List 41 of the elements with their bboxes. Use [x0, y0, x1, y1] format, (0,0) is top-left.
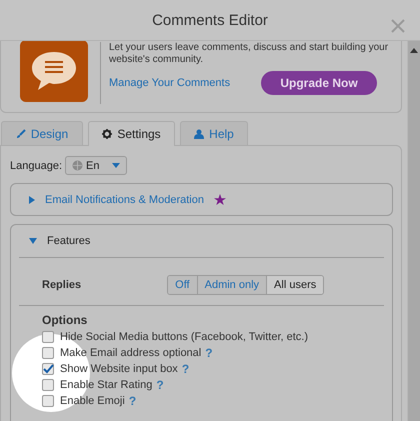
brush-icon — [16, 128, 26, 138]
close-icon[interactable] — [390, 18, 406, 34]
speech-bubble-icon — [20, 40, 88, 102]
tab[interactable]: Settings — [88, 121, 175, 146]
option-label: Make Email address optional — [60, 347, 202, 359]
option-label: Enable Star Rating — [60, 379, 152, 391]
option-label: Hide Social Media buttons (Facebook, Twitter, etc.) — [60, 331, 308, 343]
scrollbar[interactable] — [407, 41, 420, 421]
replies-label: Replies — [42, 279, 82, 291]
gear-icon — [102, 129, 112, 139]
segment-option[interactable]: Admin only — [196, 276, 266, 294]
segment-option[interactable]: Off — [168, 276, 197, 294]
section-header[interactable]: Features — [19, 225, 384, 258]
checkbox[interactable] — [42, 331, 54, 343]
manage-comments-link[interactable]: Manage Your Comments — [109, 77, 230, 89]
tab[interactable]: Help — [180, 121, 248, 145]
option-label: Enable Emoji — [60, 395, 125, 407]
language-dropdown[interactable]: En — [65, 156, 128, 175]
language-label: Language: — [10, 160, 62, 172]
checkbox[interactable] — [42, 363, 54, 375]
tab[interactable]: Design — [1, 121, 83, 145]
expanded-triangle-icon — [29, 238, 37, 244]
window-title: Comments Editor — [152, 12, 268, 28]
segment-option[interactable]: All users — [266, 276, 324, 294]
option-label: Show Website input box — [60, 363, 178, 375]
caret-icon — [112, 163, 120, 168]
help-icon[interactable]: ? — [128, 394, 136, 408]
help-icon[interactable]: ? — [205, 346, 213, 360]
scroll-up-icon[interactable] — [410, 48, 418, 53]
description-text: Let your users leave comments, discuss and start building your website's community. — [109, 42, 390, 66]
checkbox[interactable] — [42, 395, 54, 407]
checkbox[interactable] — [42, 347, 54, 359]
help-icon[interactable]: ? — [156, 378, 164, 392]
upgrade-button[interactable]: Upgrade Now — [261, 71, 377, 95]
help-icon[interactable]: ? — [182, 362, 190, 376]
section-header[interactable]: Email Notifications & Moderation — [19, 184, 384, 215]
user-icon — [194, 128, 204, 138]
checkbox[interactable] — [42, 379, 54, 391]
options-heading: Options — [42, 313, 88, 327]
globe-icon — [72, 160, 83, 171]
collapsed-triangle-icon — [29, 196, 35, 204]
